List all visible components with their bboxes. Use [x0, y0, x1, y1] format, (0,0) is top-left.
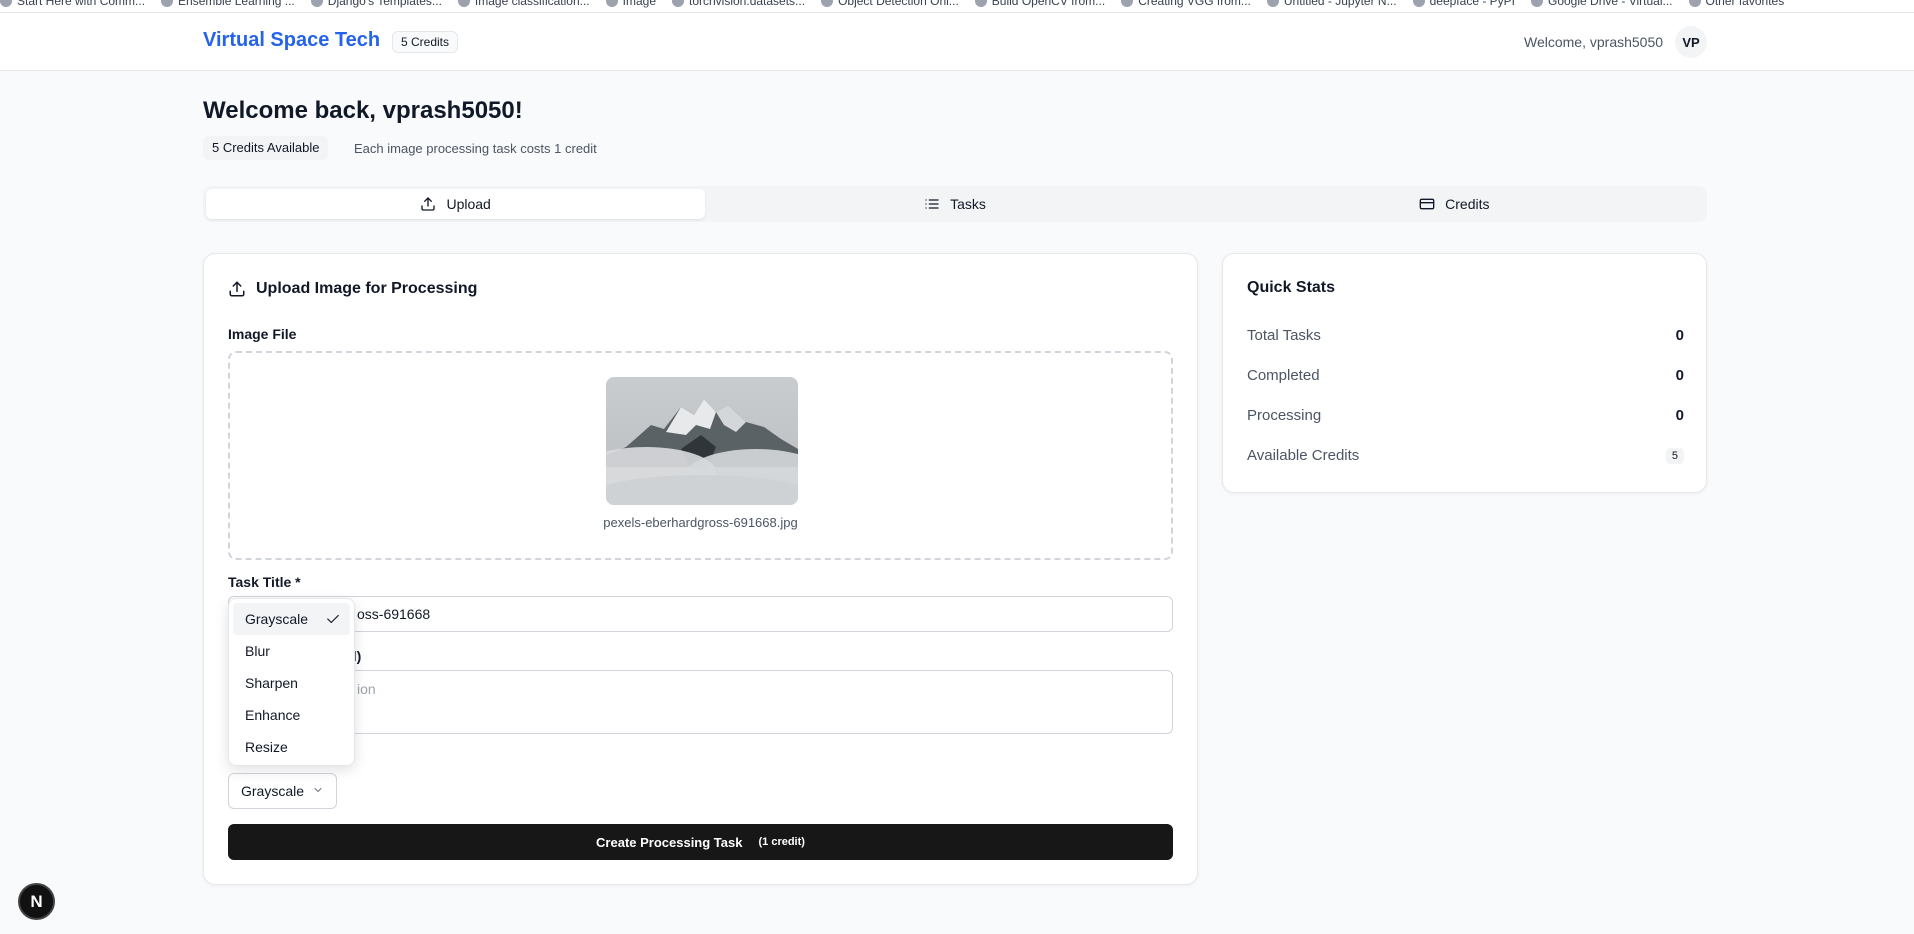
processing-type-select[interactable]: Grayscale	[228, 773, 337, 809]
image-file-label: Image File	[228, 326, 297, 342]
upload-card-title: Upload Image for Processing	[228, 280, 477, 298]
tab-list: Upload Tasks Credits	[203, 186, 1707, 222]
stat-row-completed: Completed 0	[1247, 367, 1684, 384]
menu-option-grayscale[interactable]: Grayscale	[233, 603, 350, 635]
credit-card-icon	[1419, 198, 1435, 210]
bookmark-item[interactable]: deepface - PyPI	[1412, 0, 1515, 8]
credit-cost-note: Each image processing task costs 1 credi…	[354, 141, 597, 156]
check-icon	[327, 614, 339, 624]
menu-option-enhance[interactable]: Enhance	[233, 699, 350, 731]
app-header: Virtual Space Tech 5 Credits Welcome, vp…	[0, 13, 1914, 71]
credits-count-badge: 5	[1665, 447, 1684, 464]
bookmark-icon	[1412, 0, 1425, 7]
bookmark-other-favorites[interactable]: Other favorites	[1688, 0, 1784, 8]
task-title-label: Task Title *	[228, 574, 301, 590]
page-title: Welcome back, vprash5050!	[203, 97, 523, 124]
menu-option-sharpen[interactable]: Sharpen	[233, 667, 350, 699]
task-title-input[interactable]: oss-691668	[228, 596, 1173, 632]
menu-option-blur[interactable]: Blur	[233, 635, 350, 667]
bookmark-item[interactable]: Google Drive - Virtual...	[1531, 0, 1673, 8]
create-task-button[interactable]: Create Processing Task (1 credit)	[228, 824, 1173, 860]
tab-credits-label: Credits	[1445, 196, 1490, 212]
stat-row-total-tasks: Total Tasks 0	[1247, 327, 1684, 344]
bookmark-item[interactable]: Ensemble Learning ...	[161, 0, 295, 8]
image-dropzone[interactable]: pexels-eberhardgross-691668.jpg	[228, 351, 1173, 560]
processing-type-menu: Grayscale Blur Sharpen Enhance Resize	[228, 598, 355, 766]
bookmark-icon	[1531, 0, 1543, 7]
bookmarks-bar: Start Here with Comm... Ensemble Learnin…	[0, 0, 1914, 13]
bookmark-item[interactable]: Django's Templates...	[310, 0, 442, 8]
bookmark-icon	[0, 0, 12, 7]
bookmark-icon	[672, 0, 684, 7]
bookmark-icon	[1121, 0, 1134, 7]
bookmark-icon	[974, 0, 987, 7]
credits-available-badge: 5 Credits Available	[203, 136, 329, 160]
upload-icon	[421, 197, 436, 211]
bookmark-icon	[821, 0, 834, 7]
bookmark-item[interactable]: Object Detection Onl...	[821, 0, 959, 8]
upload-icon	[229, 281, 245, 297]
bookmark-item[interactable]: torchvision.datasets...	[672, 0, 805, 8]
bookmark-item[interactable]: Creating VGG from...	[1121, 0, 1251, 8]
chevron-down-icon	[314, 788, 322, 793]
header-welcome-text: Welcome, vprash5050	[1524, 34, 1664, 50]
tab-tasks[interactable]: Tasks	[705, 189, 1204, 219]
bookmark-item[interactable]: Build OpenCV from...	[974, 0, 1105, 8]
quick-stats-title: Quick Stats	[1247, 279, 1336, 296]
list-icon	[925, 199, 939, 209]
upload-card: Upload Image for Processing Image File p…	[203, 253, 1198, 885]
bookmark-icon	[1266, 0, 1279, 7]
dev-indicator-button[interactable]: N	[18, 883, 55, 920]
description-textarea[interactable]: ion	[228, 670, 1173, 734]
bookmark-icon	[457, 0, 470, 7]
avatar[interactable]: VP	[1675, 26, 1707, 58]
stat-row-available-credits: Available Credits 5	[1247, 447, 1684, 464]
bookmark-item[interactable]: Untitled - Jupyter N...	[1266, 0, 1397, 8]
tab-credits[interactable]: Credits	[1205, 189, 1704, 219]
menu-option-resize[interactable]: Resize	[233, 731, 350, 763]
uploaded-file-name: pexels-eberhardgross-691668.jpg	[603, 515, 798, 530]
bookmark-icon	[161, 0, 174, 7]
bookmark-item[interactable]: Image classification...	[457, 0, 590, 8]
tab-tasks-label: Tasks	[950, 196, 986, 212]
bookmark-item[interactable]: Start Here with Comm...	[0, 0, 145, 8]
bookmark-icon	[310, 0, 323, 7]
brand-logo[interactable]: Virtual Space Tech	[203, 29, 380, 52]
folder-icon	[1688, 0, 1701, 7]
header-credits-badge: 5 Credits	[392, 31, 459, 53]
quick-stats-card: Quick Stats Total Tasks 0 Completed 0 Pr…	[1222, 253, 1707, 493]
mountain-image	[606, 377, 798, 505]
tab-upload-label: Upload	[446, 196, 491, 212]
image-preview	[606, 377, 798, 505]
tab-upload[interactable]: Upload	[206, 189, 706, 219]
stat-row-processing: Processing 0	[1247, 407, 1684, 424]
bookmark-item[interactable]: Image	[605, 0, 656, 8]
bookmark-icon	[605, 0, 618, 7]
